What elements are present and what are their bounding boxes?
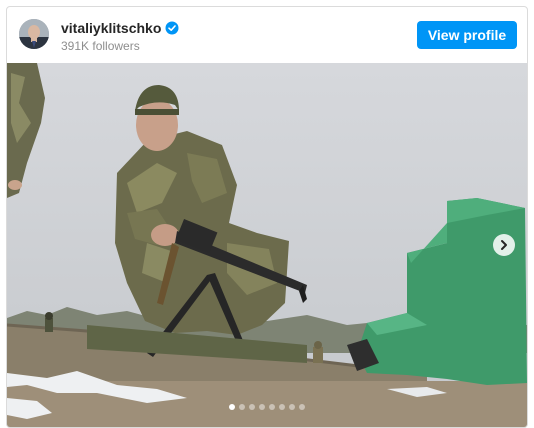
post-header: vitaliyklitschko 391K followers View pro… xyxy=(7,7,527,63)
username-row: vitaliyklitschko xyxy=(61,20,179,36)
followers-count: 391K followers xyxy=(61,39,140,53)
carousel-dot[interactable] xyxy=(259,404,265,410)
avatar[interactable] xyxy=(19,19,49,49)
carousel-dot[interactable] xyxy=(229,404,235,410)
carousel-dot[interactable] xyxy=(269,404,275,410)
view-profile-button[interactable]: View profile xyxy=(417,21,517,49)
carousel-dot[interactable] xyxy=(299,404,305,410)
avatar-image xyxy=(19,19,49,49)
carousel-dot[interactable] xyxy=(279,404,285,410)
carousel-dot[interactable] xyxy=(289,404,295,410)
carousel-dot[interactable] xyxy=(249,404,255,410)
chevron-right-icon xyxy=(501,240,507,250)
photo-image xyxy=(7,63,527,427)
username-link[interactable]: vitaliyklitschko xyxy=(61,20,161,36)
post-photo[interactable] xyxy=(7,63,527,427)
carousel-dots xyxy=(7,404,527,410)
carousel-dot[interactable] xyxy=(239,404,245,410)
verified-badge-icon xyxy=(165,21,179,35)
next-slide-button[interactable] xyxy=(493,234,515,256)
instagram-embed-card: vitaliyklitschko 391K followers View pro… xyxy=(6,6,528,428)
